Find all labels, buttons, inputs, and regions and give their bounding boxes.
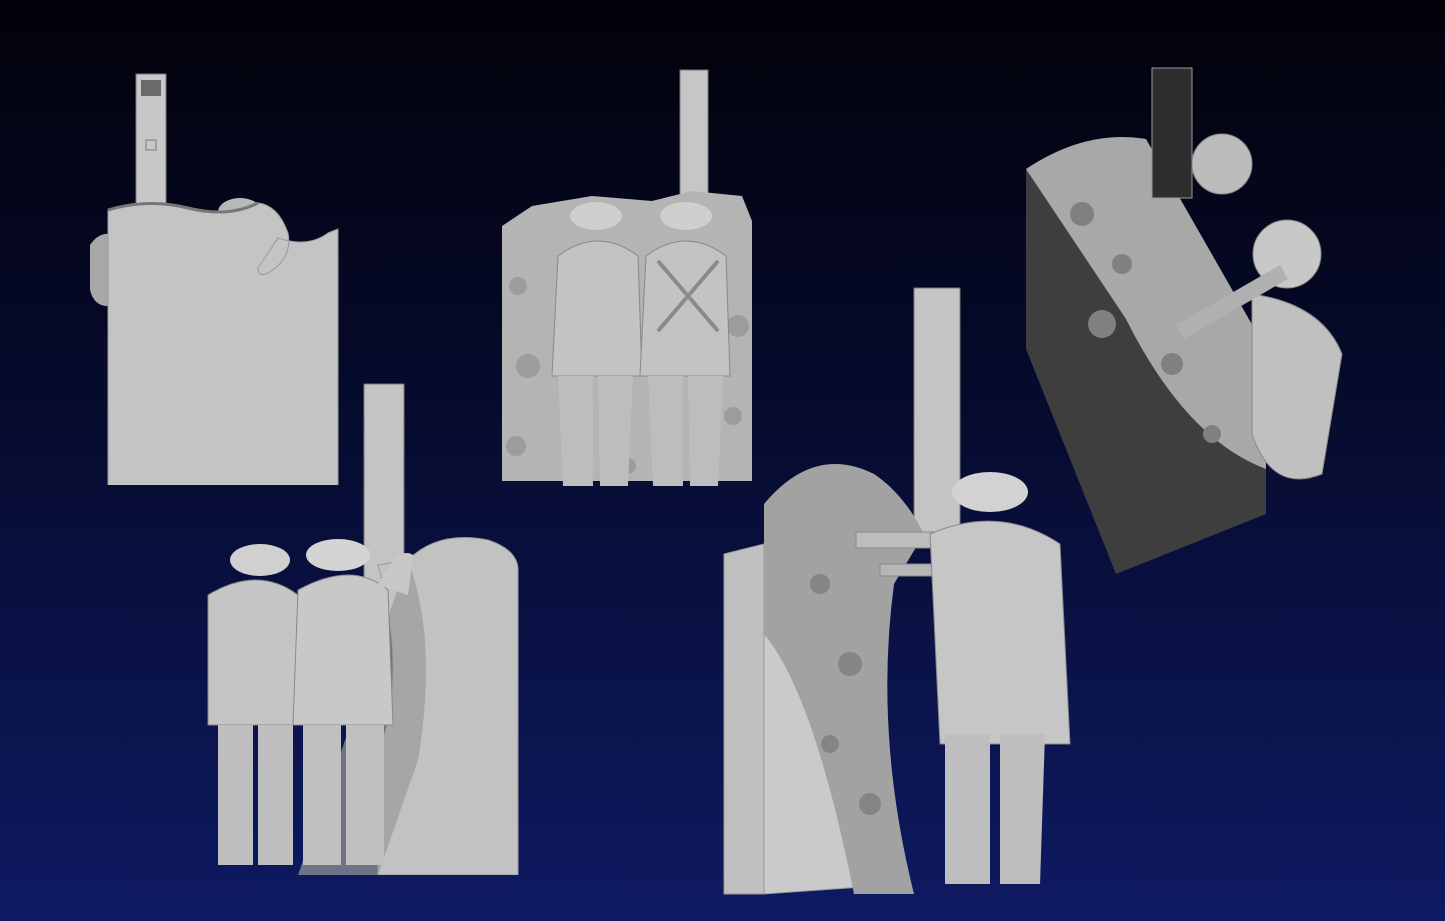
render-viewport [0, 0, 1445, 921]
front-right-view [720, 284, 1090, 904]
front-left-view [178, 380, 523, 875]
